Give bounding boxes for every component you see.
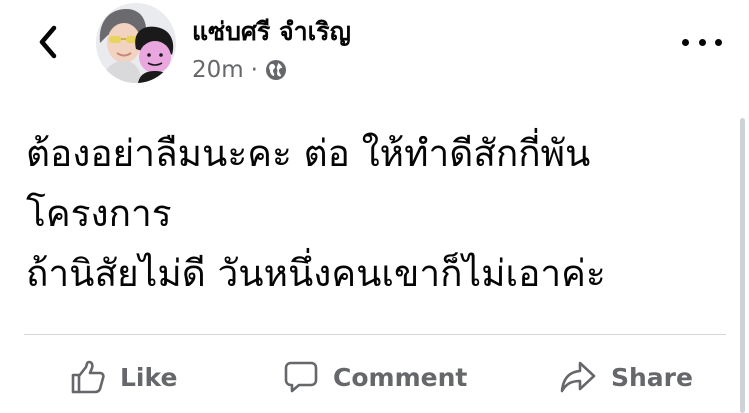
share-icon bbox=[560, 361, 596, 393]
like-label: Like bbox=[120, 362, 178, 392]
more-options-button[interactable] bbox=[682, 30, 722, 54]
more-horizontal-icon bbox=[682, 38, 689, 46]
post-text-line: ต้องอย่าลืมนะคะ ต่อ ให้ทำดีสักกี่พัน bbox=[26, 132, 591, 175]
action-divider bbox=[24, 334, 726, 335]
author-avatar[interactable] bbox=[96, 3, 176, 83]
scrollbar[interactable] bbox=[740, 118, 745, 413]
share-label: Share bbox=[611, 362, 693, 392]
comment-button[interactable]: Comment bbox=[283, 356, 467, 398]
globe-icon[interactable] bbox=[265, 59, 287, 81]
post-text: ต้องอย่าลืมนะคะ ต่อ ให้ทำดีสักกี่พัน โคร… bbox=[26, 124, 742, 304]
thumbs-up-icon bbox=[71, 360, 105, 394]
comment-label: Comment bbox=[333, 362, 468, 392]
author-name[interactable]: แซ่บศรี จำเริญ bbox=[192, 15, 351, 49]
post-meta: 20m · bbox=[192, 56, 287, 84]
like-button[interactable]: Like bbox=[70, 356, 177, 398]
chevron-left-icon bbox=[39, 25, 57, 59]
back-button[interactable] bbox=[30, 22, 66, 62]
avatar-image bbox=[96, 3, 176, 83]
post-screen: แซ่บศรี จำเริญ 20m · ต้องอย่าลืมนะคะ ต่อ… bbox=[0, 0, 749, 413]
post-timestamp[interactable]: 20m bbox=[192, 57, 244, 83]
post-text-line: ถ้านิสัยไม่ดี วันหนึ่งคนเขาก็ไม่เอาค่ะ bbox=[26, 252, 606, 295]
meta-separator: · bbox=[250, 57, 258, 83]
share-button[interactable]: Share bbox=[559, 356, 693, 398]
comment-icon bbox=[284, 361, 318, 393]
post-text-line: โครงการ bbox=[26, 192, 172, 235]
